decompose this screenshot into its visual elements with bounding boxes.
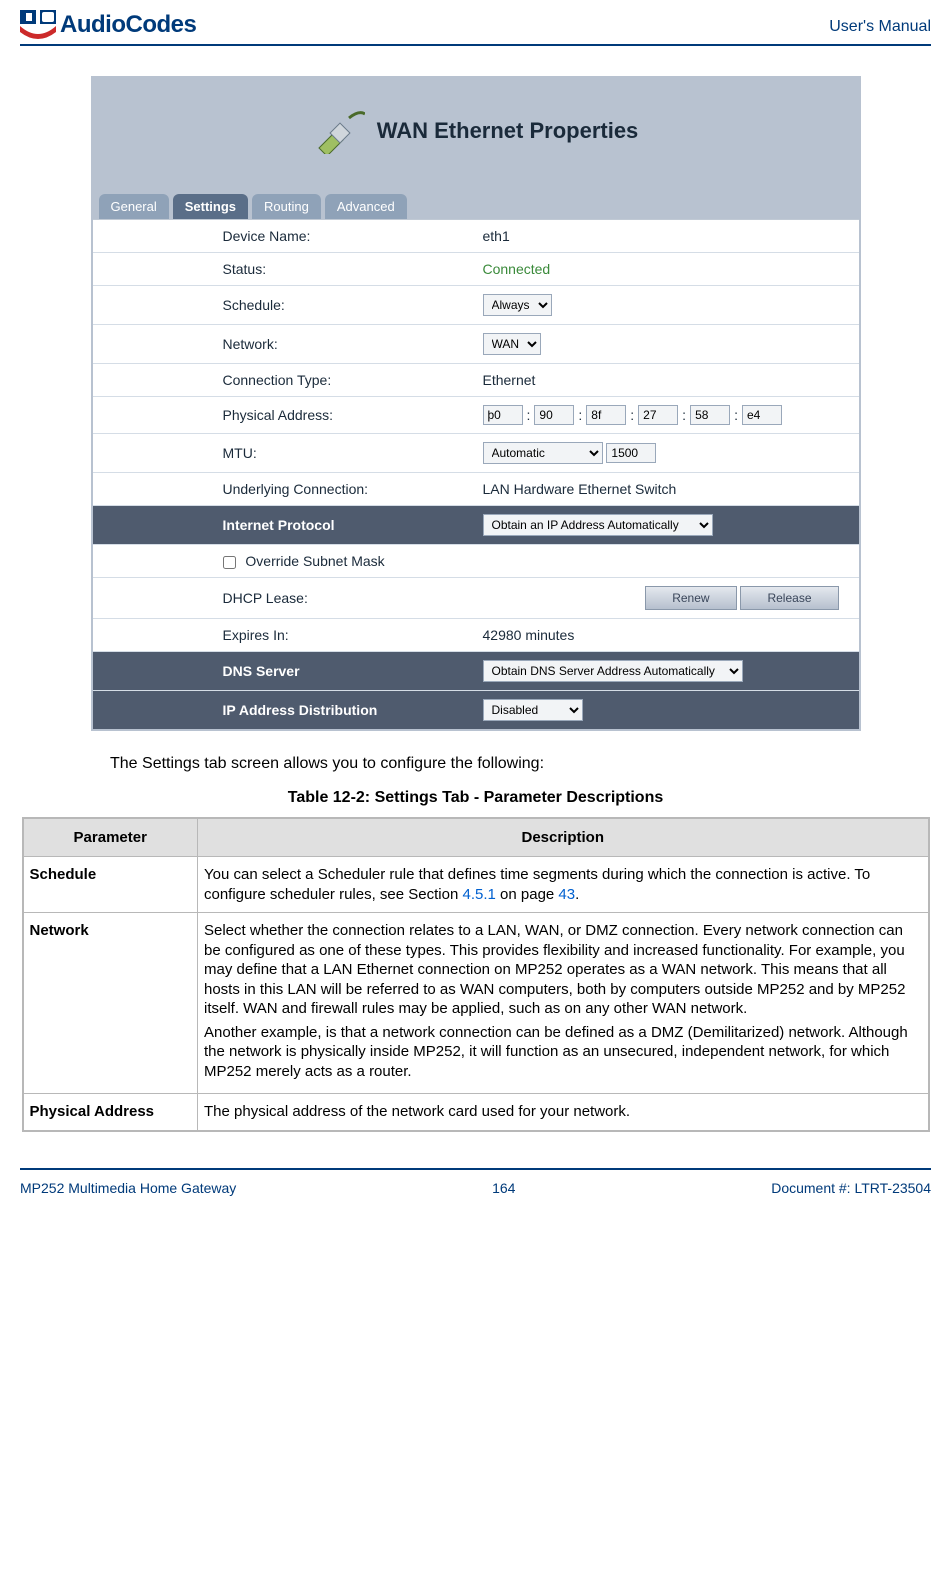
release-button[interactable]: Release	[740, 586, 838, 610]
device-name-label: Device Name:	[93, 220, 473, 253]
page-header: AudioCodes User's Manual	[20, 10, 931, 46]
expires-label: Expires In:	[93, 619, 473, 652]
col-description: Description	[198, 818, 929, 857]
tab-settings[interactable]: Settings	[173, 194, 248, 219]
tabbar: General Settings Routing Advanced	[93, 194, 859, 219]
link-page[interactable]: 43	[558, 886, 575, 903]
tab-routing[interactable]: Routing	[252, 194, 321, 219]
renew-button[interactable]: Renew	[645, 586, 736, 610]
underlying-label: Underlying Connection:	[93, 473, 473, 506]
mac-address-group: : : : : :	[483, 405, 849, 425]
underlying-value: LAN Hardware Ethernet Switch	[473, 473, 859, 506]
mtu-mode-select[interactable]: Automatic	[483, 442, 603, 464]
ip-dist-section: IP Address Distribution	[93, 691, 473, 730]
table-row: Physical Address The physical address of…	[23, 1094, 929, 1131]
logo: AudioCodes	[20, 10, 196, 40]
mtu-value-input[interactable]	[606, 443, 656, 463]
table-caption: Table 12-2: Settings Tab - Parameter Des…	[20, 789, 931, 807]
desc-physaddr: The physical address of the network card…	[198, 1094, 929, 1131]
ip-mode-select[interactable]: Obtain an IP Address Automatically	[483, 514, 713, 536]
col-parameter: Parameter	[23, 818, 198, 857]
parameter-table: Parameter Description Schedule You can s…	[22, 817, 930, 1132]
ethernet-cable-icon	[313, 108, 365, 154]
mac-b[interactable]	[534, 405, 574, 425]
schedule-select[interactable]: Always	[483, 294, 552, 316]
internet-protocol-section: Internet Protocol	[93, 506, 473, 545]
mac-a[interactable]	[483, 405, 523, 425]
schedule-label: Schedule:	[93, 286, 473, 325]
dhcp-lease-label: DHCP Lease:	[93, 578, 473, 619]
param-physaddr: Physical Address	[23, 1094, 198, 1131]
dns-server-section: DNS Server	[93, 652, 473, 691]
header-right-label: User's Manual	[829, 10, 931, 36]
footer-center: 164	[492, 1180, 515, 1196]
override-subnet-row: Override Subnet Mask	[93, 545, 859, 578]
tab-general[interactable]: General	[99, 194, 169, 219]
network-select[interactable]: WAN	[483, 333, 541, 355]
intro-paragraph: The Settings tab screen allows you to co…	[110, 755, 881, 773]
conn-type-label: Connection Type:	[93, 364, 473, 397]
phys-addr-label: Physical Address:	[93, 397, 473, 434]
table-row: Schedule You can select a Scheduler rule…	[23, 857, 929, 913]
desc-schedule: You can select a Scheduler rule that def…	[198, 857, 929, 913]
mac-d[interactable]	[638, 405, 678, 425]
page-footer: MP252 Multimedia Home Gateway 164 Docume…	[20, 1168, 931, 1196]
dns-mode-select[interactable]: Obtain DNS Server Address Automatically	[483, 660, 743, 682]
expires-value: 42980 minutes	[473, 619, 859, 652]
override-subnet-checkbox[interactable]	[223, 556, 236, 569]
param-schedule: Schedule	[23, 857, 198, 913]
conn-type-value: Ethernet	[473, 364, 859, 397]
tab-advanced[interactable]: Advanced	[325, 194, 407, 219]
footer-right: Document #: LTRT-23504	[771, 1180, 931, 1196]
footer-left: MP252 Multimedia Home Gateway	[20, 1180, 236, 1196]
table-row: Network Select whether the connection re…	[23, 913, 929, 1094]
screenshot-title: WAN Ethernet Properties	[377, 118, 639, 144]
status-label: Status:	[93, 253, 473, 286]
logo-icon	[20, 10, 56, 40]
device-name-value: eth1	[473, 220, 859, 253]
link-section[interactable]: 4.5.1	[462, 886, 495, 903]
ip-dist-select[interactable]: Disabled	[483, 699, 583, 721]
desc-network: Select whether the connection relates to…	[198, 913, 929, 1094]
logo-text: AudioCodes	[60, 11, 196, 39]
mac-f[interactable]	[742, 405, 782, 425]
status-value: Connected	[473, 253, 859, 286]
mac-e[interactable]	[690, 405, 730, 425]
network-label: Network:	[93, 325, 473, 364]
mtu-label: MTU:	[93, 434, 473, 473]
mac-c[interactable]	[586, 405, 626, 425]
param-network: Network	[23, 913, 198, 1094]
wan-properties-screenshot: WAN Ethernet Properties General Settings…	[91, 76, 861, 731]
override-subnet-label: Override Subnet Mask	[245, 553, 384, 569]
